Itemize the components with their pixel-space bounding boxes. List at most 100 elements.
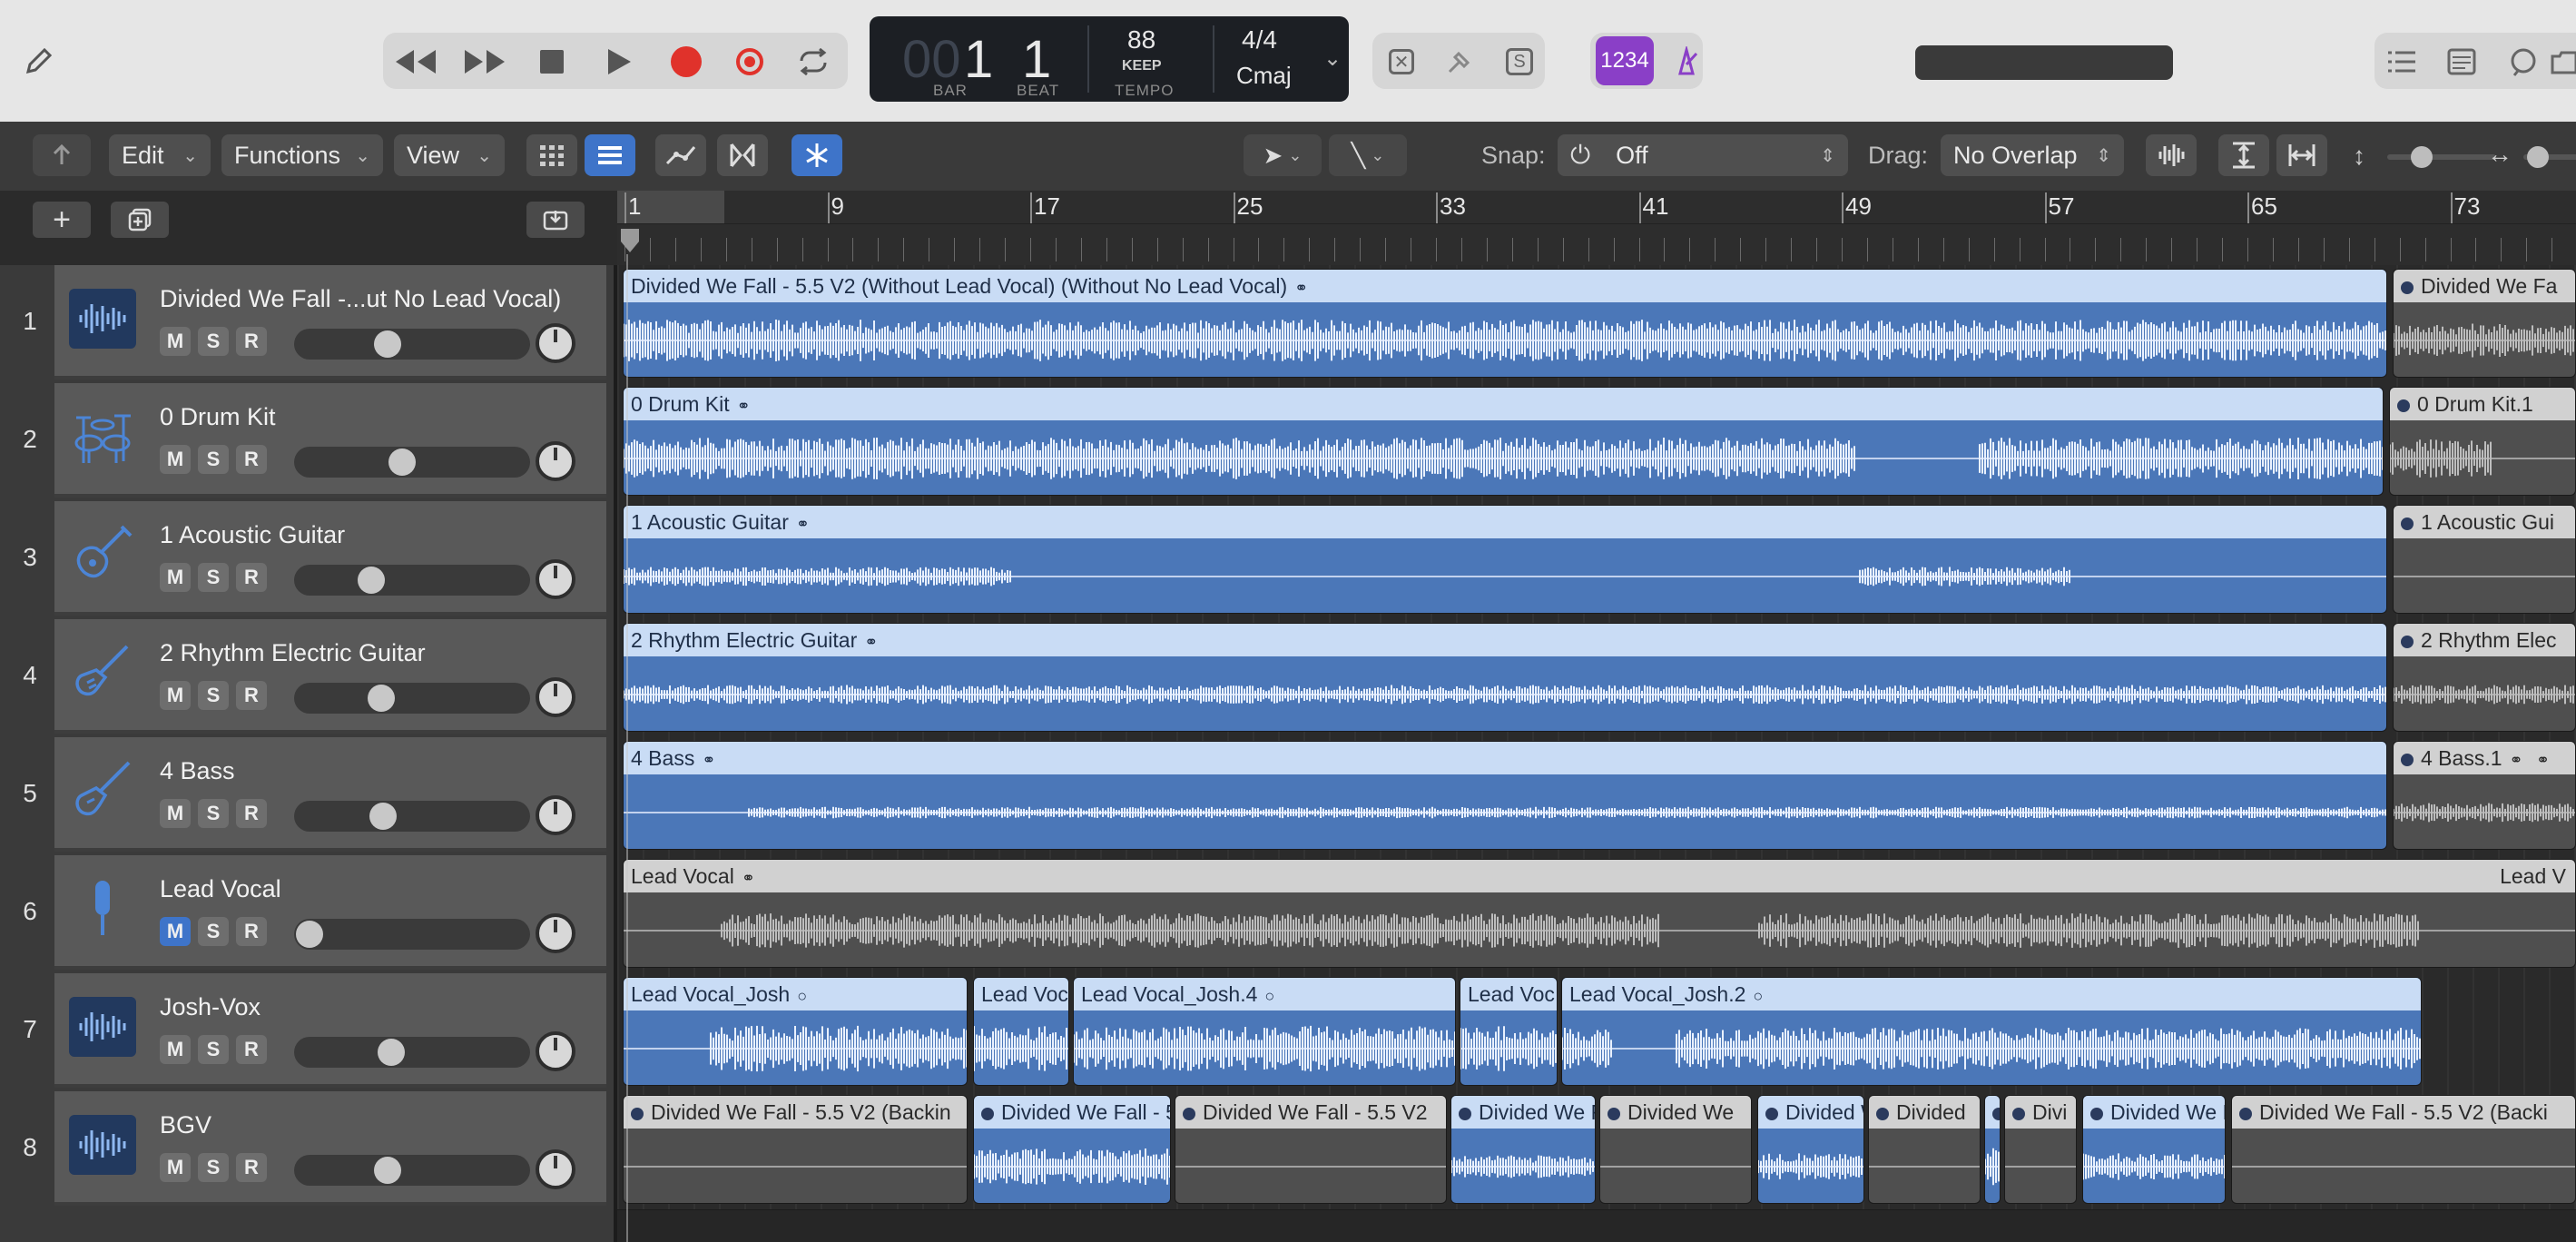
volume-slider[interactable] bbox=[294, 801, 530, 832]
region-header[interactable]: Lead Vocal_Josh.4 ○ bbox=[1074, 978, 1455, 1010]
solo-button[interactable]: S bbox=[198, 445, 229, 474]
record-enable-button[interactable]: R bbox=[236, 327, 267, 356]
pan-knob[interactable] bbox=[536, 795, 575, 835]
track-header[interactable]: 4 Bass M S R bbox=[54, 737, 606, 852]
mute-button[interactable]: M bbox=[160, 1153, 191, 1182]
solo-button[interactable]: S bbox=[198, 563, 229, 592]
functions-menu[interactable]: Functions ⌄ bbox=[221, 134, 383, 176]
pan-knob[interactable] bbox=[536, 323, 575, 363]
mute-button[interactable]: M bbox=[160, 327, 191, 356]
volume-slider[interactable] bbox=[294, 919, 530, 950]
low-latency-icon[interactable]: ✕ bbox=[1376, 36, 1427, 87]
list-view-icon[interactable] bbox=[585, 134, 635, 176]
vertical-zoom-slider[interactable] bbox=[2387, 146, 2496, 168]
pencil-tool-menu[interactable]: ╲ ⌄ bbox=[1329, 134, 1407, 176]
record-enable-button[interactable]: R bbox=[236, 1035, 267, 1064]
region-header[interactable]: Divided We Fa bbox=[2394, 270, 2575, 302]
fast-forward-icon[interactable] bbox=[459, 36, 510, 87]
volume-slider-handle[interactable] bbox=[373, 1157, 401, 1184]
track-lane[interactable]: Lead Vocal ⚭ Lead V bbox=[617, 855, 2576, 974]
track-header[interactable]: 0 Drum Kit M S R bbox=[54, 383, 606, 498]
pan-knob[interactable] bbox=[536, 441, 575, 481]
track-lane[interactable]: 2 Rhythm Electric Guitar ⚭ 2 Rhythm Elec bbox=[617, 619, 2576, 738]
region-header[interactable]: Divided bbox=[1869, 1096, 1980, 1129]
volume-slider[interactable] bbox=[294, 1037, 530, 1068]
grid-view-icon[interactable] bbox=[526, 134, 577, 176]
region-header[interactable]: Lead Voc bbox=[1460, 978, 1557, 1010]
play-icon[interactable] bbox=[594, 36, 644, 87]
region-header[interactable]: Lead Vocal_Josh.2 ○ bbox=[1562, 978, 2421, 1010]
edit-menu[interactable]: Edit ⌄ bbox=[109, 134, 211, 176]
track-lane[interactable]: 1 Acoustic Guitar ⚭ 1 Acoustic Gui bbox=[617, 501, 2576, 620]
audio-region[interactable]: Lead Voc bbox=[973, 977, 1069, 1086]
audio-region[interactable]: 0 Drum Kit.1 bbox=[2389, 387, 2576, 496]
audio-region[interactable]: Divided We Fa bbox=[2393, 269, 2576, 378]
record-enable-button[interactable]: R bbox=[236, 799, 267, 828]
pointer-tool-menu[interactable]: ➤ ⌄ bbox=[1244, 134, 1322, 176]
count-in-button[interactable]: 1234 bbox=[1596, 36, 1654, 85]
bar-ruler[interactable]: 1 9 17 25 33 41 49 57 65 73 bbox=[617, 191, 2576, 265]
collapse-icon[interactable] bbox=[526, 202, 585, 238]
region-header[interactable]: 1 Acoustic Gui bbox=[2394, 506, 2575, 538]
slider-handle[interactable] bbox=[2411, 146, 2433, 168]
volume-slider-handle[interactable] bbox=[373, 330, 401, 358]
mute-button[interactable]: M bbox=[160, 563, 191, 592]
lcd-display[interactable]: 00 1 1 BAR BEAT 88 KEEP TEMPO 4/4 Cmaj ⌄ bbox=[870, 16, 1349, 102]
audio-region[interactable]: Divided bbox=[1868, 1095, 1981, 1204]
pan-knob[interactable] bbox=[536, 559, 575, 599]
region-header[interactable]: 4 Bass.1 ⚭ ⚭ bbox=[2394, 742, 2575, 774]
record-enable-button[interactable]: R bbox=[236, 917, 267, 946]
audio-region[interactable]: Divided We Fa bbox=[1450, 1095, 1596, 1204]
track-lane[interactable]: Divided We Fall - 5.5 V2 (Without Lead V… bbox=[617, 265, 2576, 384]
mute-button[interactable]: M bbox=[160, 445, 191, 474]
region-header[interactable]: Lead Voc bbox=[974, 978, 1068, 1010]
volume-slider-handle[interactable] bbox=[296, 921, 323, 948]
region-header[interactable] bbox=[1985, 1096, 2000, 1129]
cycle-icon[interactable] bbox=[788, 36, 839, 87]
solo-button[interactable]: S bbox=[198, 917, 229, 946]
input-monitoring-icon[interactable] bbox=[1434, 36, 1485, 87]
waveform-zoom-icon[interactable] bbox=[2146, 134, 2197, 176]
audio-region[interactable]: 1 Acoustic Gui bbox=[2393, 505, 2576, 614]
volume-slider[interactable] bbox=[294, 683, 530, 714]
region-header[interactable]: 2 Rhythm Electric Guitar ⚭ bbox=[624, 624, 2386, 656]
audio-region[interactable]: Lead Vocal_Josh ○ bbox=[623, 977, 968, 1086]
solo-button[interactable]: S bbox=[198, 1035, 229, 1064]
audio-region[interactable]: Divided We bbox=[1599, 1095, 1752, 1204]
audio-region[interactable]: 4 Bass ⚭ bbox=[623, 741, 2387, 850]
pan-knob[interactable] bbox=[536, 677, 575, 717]
region-header[interactable]: Divided We Fa bbox=[1451, 1096, 1595, 1129]
pencil-icon[interactable] bbox=[13, 36, 64, 87]
audio-region[interactable]: Lead Vocal ⚭ Lead V bbox=[623, 859, 2576, 968]
automation-icon[interactable] bbox=[655, 134, 706, 176]
mute-button[interactable]: M bbox=[160, 681, 191, 710]
replace-record-icon[interactable] bbox=[724, 36, 775, 87]
audio-region[interactable]: Divided We Fall - 5.5 V2 bbox=[1175, 1095, 1447, 1204]
add-track-icon[interactable]: + bbox=[33, 202, 91, 238]
solo-button[interactable]: S bbox=[198, 681, 229, 710]
metronome-icon[interactable] bbox=[1661, 36, 1712, 87]
track-lane[interactable]: 4 Bass ⚭ 4 Bass.1 ⚭ ⚭ bbox=[617, 737, 2576, 856]
loop-browser-icon[interactable] bbox=[2498, 36, 2549, 87]
region-header[interactable]: Divided We bbox=[1600, 1096, 1751, 1129]
mute-button[interactable]: M bbox=[160, 917, 191, 946]
pan-knob[interactable] bbox=[536, 1031, 575, 1071]
region-header[interactable]: Divided We Fall - 5.5 V2 (Backin bbox=[624, 1096, 967, 1129]
region-header[interactable]: Lead Vocal ⚭ Lead V bbox=[624, 860, 2575, 892]
drag-select[interactable]: No Overlap ⇕ bbox=[1941, 134, 2124, 176]
volume-slider-handle[interactable] bbox=[378, 1039, 406, 1066]
audio-region[interactable]: 2 Rhythm Electric Guitar ⚭ bbox=[623, 623, 2387, 732]
list-editors-icon[interactable] bbox=[2376, 36, 2427, 87]
track-header[interactable]: 2 Rhythm Electric Guitar M S R bbox=[54, 619, 606, 734]
mute-button[interactable]: M bbox=[160, 799, 191, 828]
view-menu[interactable]: View ⌄ bbox=[394, 134, 505, 176]
horizontal-fit-icon[interactable] bbox=[2276, 134, 2327, 176]
audio-region[interactable]: Divided We Fa bbox=[2082, 1095, 2226, 1204]
track-header[interactable]: BGV M S R bbox=[54, 1091, 606, 1206]
solo-button[interactable]: S bbox=[198, 327, 229, 356]
audio-region[interactable]: Lead Vocal_Josh.2 ○ bbox=[1561, 977, 2422, 1086]
track-header[interactable]: Lead Vocal M S R bbox=[54, 855, 606, 970]
region-header[interactable]: 2 Rhythm Elec bbox=[2394, 624, 2575, 656]
region-header[interactable]: 0 Drum Kit.1 bbox=[2390, 388, 2575, 420]
region-header[interactable]: Divided We Fall - 5.5 V2 bbox=[1175, 1096, 1446, 1129]
